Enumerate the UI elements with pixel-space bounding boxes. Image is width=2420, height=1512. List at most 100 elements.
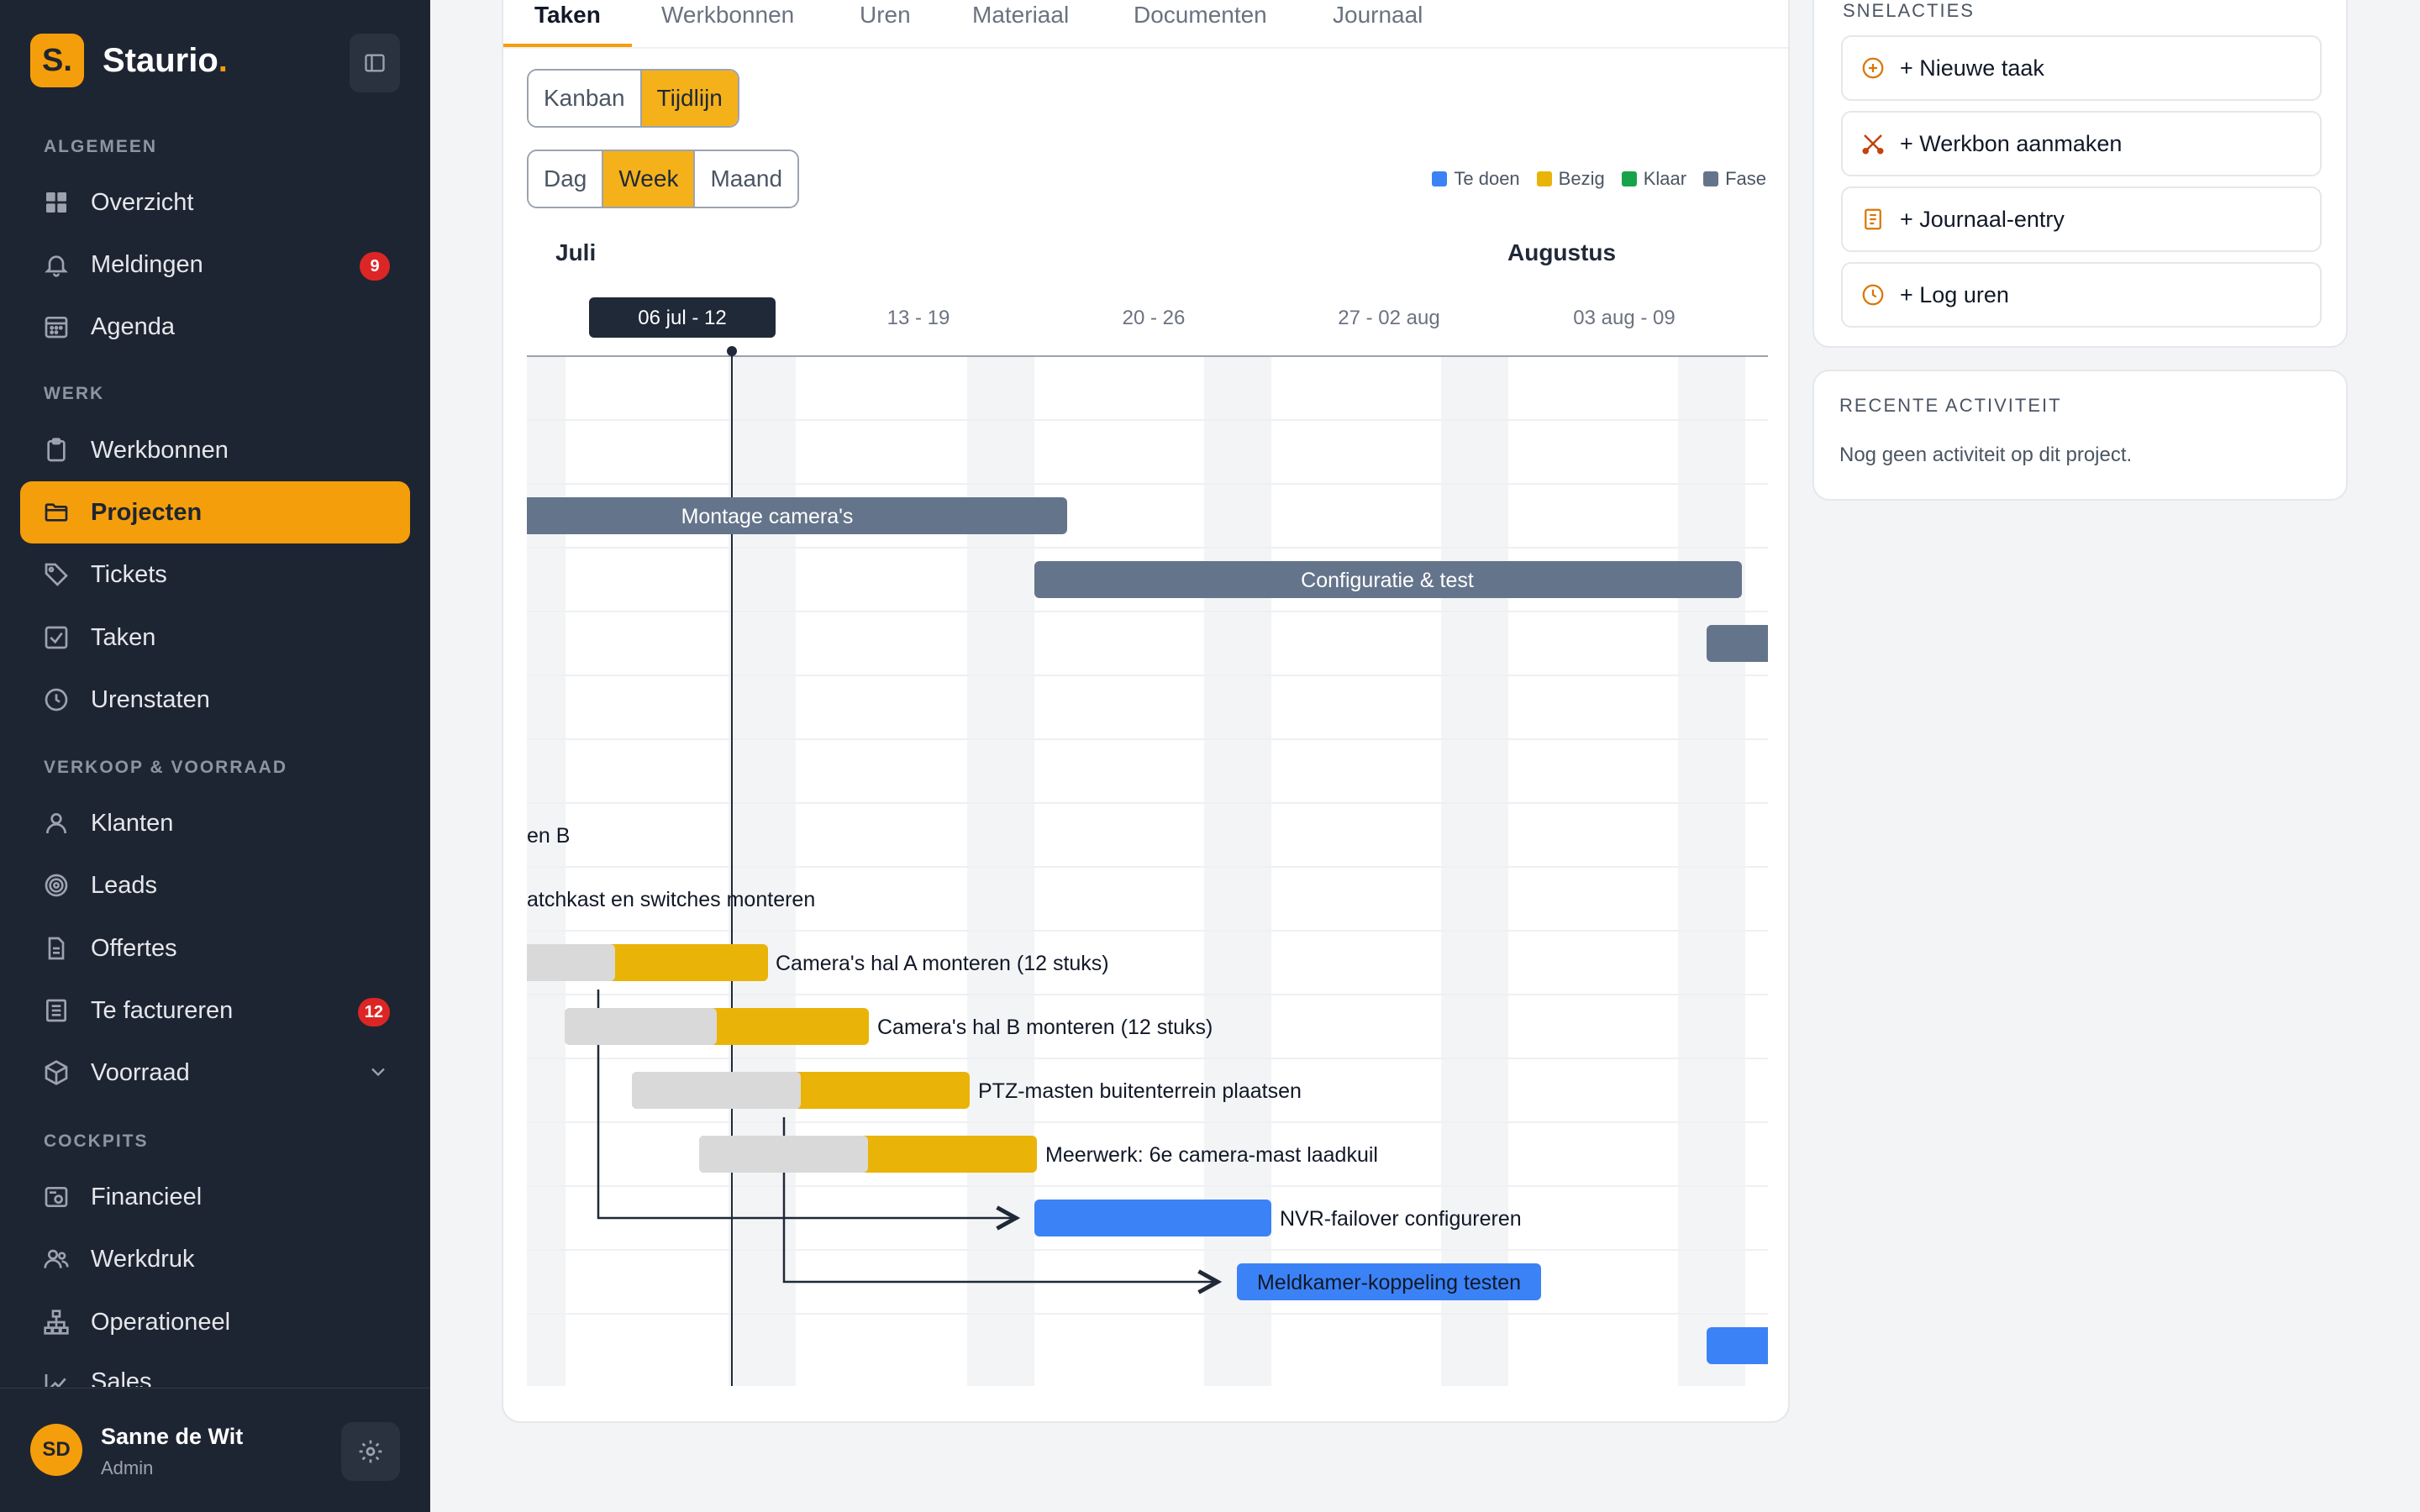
quick-action-label: + Journaal-entry xyxy=(1900,206,2065,232)
phase-label: Montage camera's xyxy=(681,505,854,528)
task-progress-remaining xyxy=(632,1072,801,1109)
sidebar-item-timesheets[interactable]: Urenstaten xyxy=(20,669,410,731)
sidebar-item-to-invoice[interactable]: Te factureren 12 xyxy=(20,979,410,1042)
tab-workorders[interactable]: Werkbonnen xyxy=(661,2,794,29)
create-workorder-button[interactable]: + Werkbon aanmaken xyxy=(1841,111,2322,176)
view-kanban-button[interactable]: Kanban xyxy=(529,71,640,126)
tag-icon xyxy=(40,559,72,591)
sidebar-item-overview[interactable]: Overzicht xyxy=(20,171,410,234)
sidebar-item-sales[interactable]: Sales xyxy=(20,1353,410,1387)
range-day-button[interactable]: Dag xyxy=(529,151,602,207)
sidebar-item-projects[interactable]: Projecten xyxy=(20,481,410,543)
legend-swatch-phase xyxy=(1703,171,1719,186)
phase-label: Configuratie & test xyxy=(1301,569,1474,592)
project-tasks-card: Taken Werkbonnen Uren Materiaal Document… xyxy=(502,0,1790,1423)
sidebar-item-customers[interactable]: Klanten xyxy=(20,792,410,854)
sidebar-item-label: Offertes xyxy=(91,934,177,962)
tab-tasks[interactable]: Taken xyxy=(534,2,601,29)
sidebar-item-label: Financieel xyxy=(91,1183,203,1210)
gantt-timeline[interactable]: Juli Augustus 06 jul - 12 13 - 19 20 - 2… xyxy=(527,228,1768,1404)
sidebar-item-agenda[interactable]: Agenda xyxy=(20,296,410,358)
active-tab-indicator xyxy=(503,44,632,47)
sidebar-item-label: Agenda xyxy=(91,312,175,340)
settings-button[interactable] xyxy=(341,1422,400,1481)
invoice-icon xyxy=(40,995,72,1026)
quick-actions-title: SNELACTIES xyxy=(1843,0,1975,21)
sidebar-item-label: Voorraad xyxy=(91,1058,190,1086)
task-label: Meerwerk: 6e camera-mast laadkuil xyxy=(1045,1143,1378,1167)
grid-icon xyxy=(40,186,72,218)
bell-icon xyxy=(40,249,72,281)
sidebar-item-workload[interactable]: Werkdruk xyxy=(20,1228,410,1290)
range-month-button[interactable]: Maand xyxy=(693,151,798,207)
tools-icon xyxy=(1860,130,1886,157)
sidebar: S. Staurio. ALGEMEEN Overzicht Meldingen… xyxy=(0,0,430,1512)
brand-logo: S. xyxy=(30,34,84,87)
brand[interactable]: S. Staurio. xyxy=(30,34,228,87)
range-week-button[interactable]: Week xyxy=(602,151,694,207)
phase-bar[interactable] xyxy=(1707,625,1768,662)
task-bar[interactable] xyxy=(1707,1327,1768,1364)
quick-actions-panel: SNELACTIES + Nieuwe taak + Werkbon aanma… xyxy=(1812,0,2348,348)
today-marker xyxy=(727,346,737,356)
sidebar-item-label: Operationeel xyxy=(91,1308,231,1336)
chart-line-icon xyxy=(40,1368,72,1387)
sidebar-item-label: Werkdruk xyxy=(91,1245,195,1273)
chevron-down-icon xyxy=(366,1060,390,1090)
tab-documents[interactable]: Documenten xyxy=(1134,2,1267,29)
task-progress-remaining xyxy=(565,1008,717,1045)
view-timeline-button[interactable]: Tijdlijn xyxy=(639,71,738,126)
sidebar-item-operational[interactable]: Operationeel xyxy=(20,1291,410,1353)
range-toggle: Dag Week Maand xyxy=(527,150,800,208)
nav-section-sales: VERKOOP & VOORRAAD xyxy=(44,758,287,777)
task-bar[interactable] xyxy=(1034,1200,1271,1236)
sidebar-item-leads[interactable]: Leads xyxy=(20,854,410,916)
sidebar-item-stock[interactable]: Voorraad xyxy=(20,1042,410,1104)
legend-phase: Fase xyxy=(1725,168,1766,189)
task-label: NVR-failover configureren xyxy=(1280,1207,1522,1231)
clock-icon xyxy=(40,684,72,716)
plus-circle-icon xyxy=(1860,55,1886,81)
task-label: atchkast en switches monteren xyxy=(527,888,815,911)
sidebar-item-tasks[interactable]: Taken xyxy=(20,606,410,669)
clipboard-icon xyxy=(40,434,72,466)
project-tabs: Taken Werkbonnen Uren Materiaal Document… xyxy=(503,0,1788,49)
timeline-legend: Te doen Bezig Klaar Fase xyxy=(1415,168,1766,190)
log-hours-button[interactable]: + Log uren xyxy=(1841,262,2322,328)
journal-entry-button[interactable]: + Journaal-entry xyxy=(1841,186,2322,252)
task-label: Camera's hal B monteren (12 stuks) xyxy=(877,1016,1213,1039)
recent-activity-empty: Nog geen activiteit op dit project. xyxy=(1839,444,2133,466)
sidebar-item-label: Klanten xyxy=(91,809,174,837)
task-label: en B xyxy=(527,824,570,848)
legend-busy: Bezig xyxy=(1558,168,1605,189)
tab-material[interactable]: Materiaal xyxy=(972,2,1069,29)
week-label: 27 - 02 aug xyxy=(1338,307,1439,329)
money-icon xyxy=(40,1181,72,1213)
new-task-button[interactable]: + Nieuwe taak xyxy=(1841,35,2322,101)
document-icon xyxy=(40,932,72,964)
user-bar: SD Sanne de Wit Admin xyxy=(0,1388,430,1512)
recent-activity-panel: RECENTE ACTIVITEIT Nog geen activiteit o… xyxy=(1812,370,2348,501)
box-icon xyxy=(40,1057,72,1089)
sidebar-item-workorders[interactable]: Werkbonnen xyxy=(20,419,410,481)
folder-icon xyxy=(40,496,72,528)
sidebar-item-tickets[interactable]: Tickets xyxy=(20,543,410,606)
sidebar-item-label: Overzicht xyxy=(91,188,194,216)
notifications-badge: 9 xyxy=(360,252,390,281)
sidebar-item-label: Meldingen xyxy=(91,250,203,278)
tab-journal[interactable]: Journaal xyxy=(1333,2,1423,29)
task-progress-remaining xyxy=(527,944,615,981)
nav-section-cockpits: COCKPITS xyxy=(44,1131,149,1151)
sidebar-item-financial[interactable]: Financieel xyxy=(20,1166,410,1228)
avatar[interactable]: SD xyxy=(30,1424,82,1476)
calendar-icon xyxy=(40,311,72,343)
collapse-sidebar-button[interactable] xyxy=(350,34,400,92)
sidebar-item-quotes[interactable]: Offertes xyxy=(20,917,410,979)
month-label: Juli xyxy=(555,239,596,265)
checkbox-icon xyxy=(40,622,72,654)
tab-hours[interactable]: Uren xyxy=(860,2,911,29)
legend-swatch-done xyxy=(1621,171,1637,186)
brand-name: Staurio. xyxy=(103,41,228,79)
nav-section-work: WERK xyxy=(44,384,105,403)
sidebar-item-notifications[interactable]: Meldingen 9 xyxy=(20,234,410,296)
